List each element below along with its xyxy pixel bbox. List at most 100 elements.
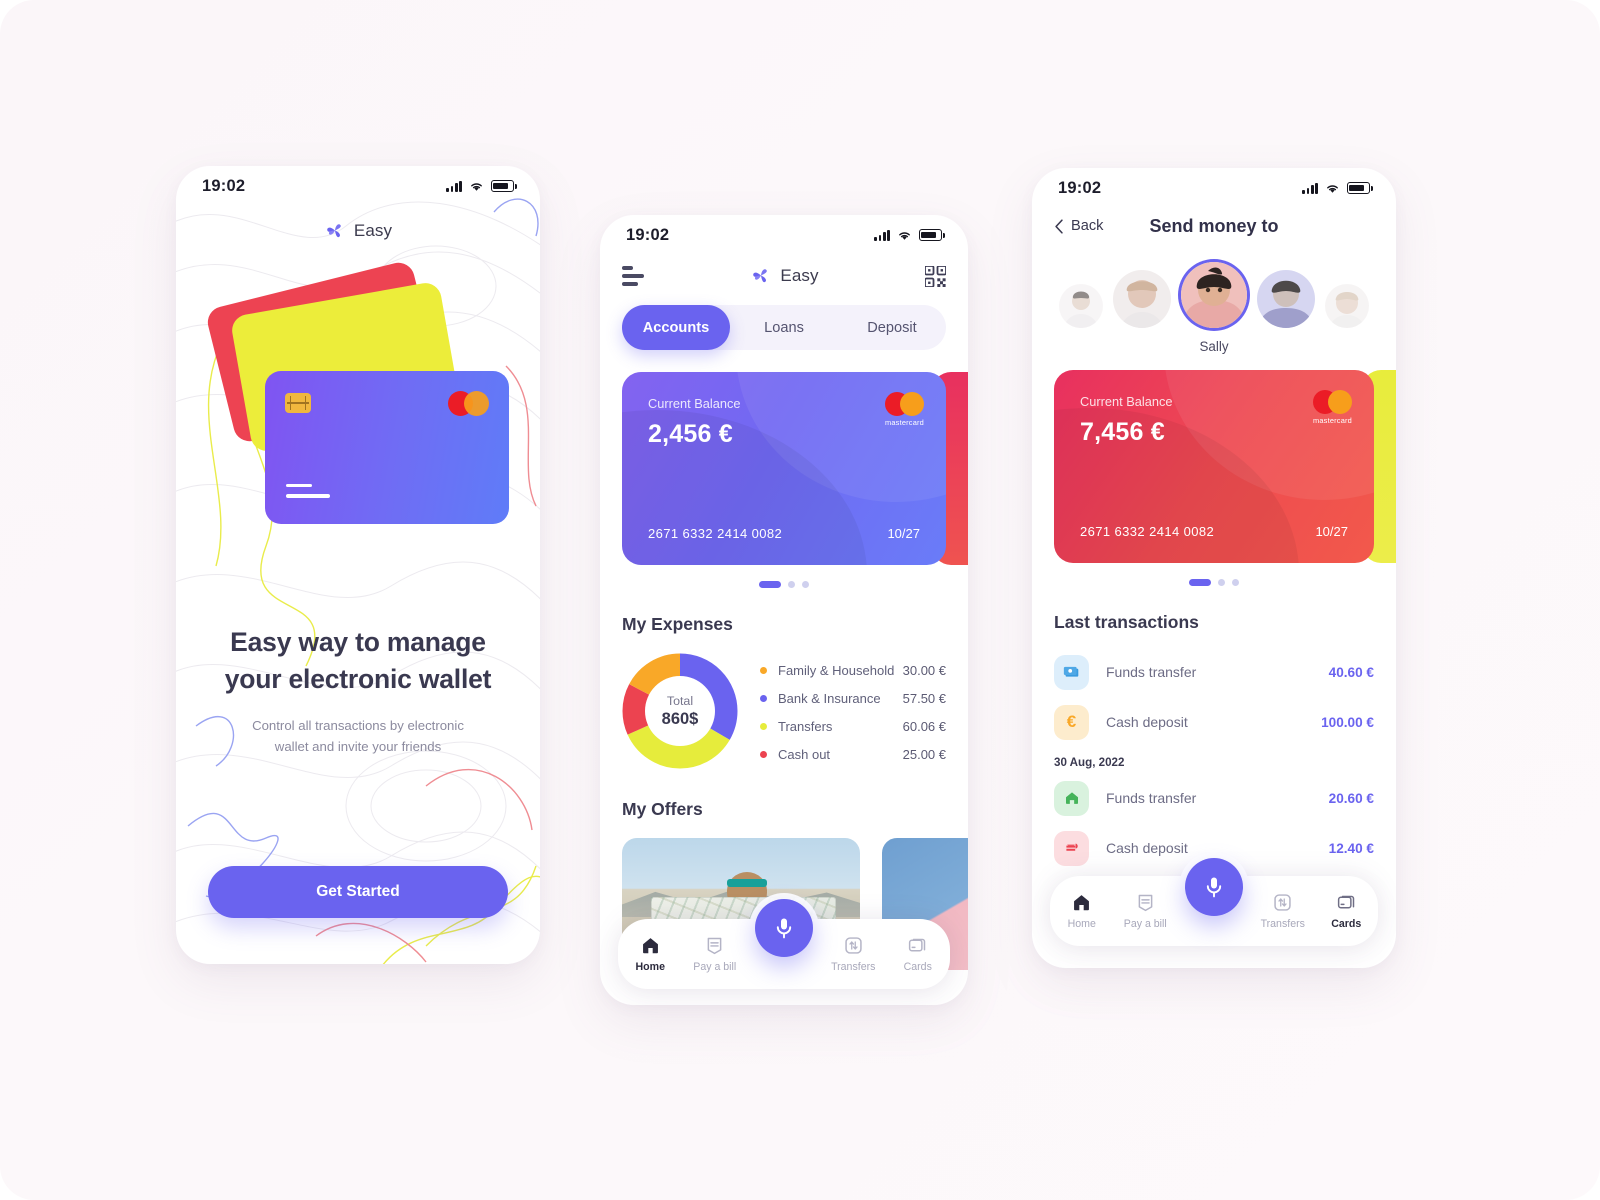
voice-assistant-button[interactable]	[1185, 858, 1243, 916]
card-stripes	[286, 483, 330, 498]
screenshot-canvas: 19:02 Easy Easy way to manage your elect…	[0, 0, 1600, 1200]
expenses-title: My Expenses	[622, 614, 733, 634]
offers-title: My Offers	[622, 799, 703, 819]
voice-assistant-button[interactable]	[755, 899, 813, 957]
legend-row: Cash out 25.00 €	[760, 747, 946, 762]
transaction-row[interactable]: Funds transfer 40.60 €	[1054, 647, 1374, 697]
bill-icon	[707, 937, 722, 955]
phone-onboarding: 19:02 Easy Easy way to manage your elect…	[176, 166, 540, 964]
microphone-icon	[1206, 877, 1222, 898]
chip-icon	[285, 393, 311, 413]
nav-label: Transfers	[1260, 918, 1305, 930]
nav-label: Cards	[903, 961, 932, 973]
balance-card[interactable]: Current Balance 7,456 € mastercard 2671 …	[1054, 370, 1374, 563]
mastercard-wordmark: mastercard	[885, 418, 924, 427]
card-stack-illustration	[176, 259, 540, 570]
donut-total-value: 860$	[661, 709, 699, 728]
back-label: Back	[1071, 218, 1104, 234]
legend-label: Bank & Insurance	[778, 690, 881, 706]
transaction-row[interactable]: € Cash deposit 100.00 €	[1054, 697, 1374, 747]
avatar-contact-selected[interactable]	[1181, 262, 1247, 328]
expenses-donut-chart: Total 860$	[622, 653, 738, 769]
brand-name: Easy	[353, 221, 393, 240]
nav-item-pay-a-bill[interactable]: Pay a bill	[1114, 892, 1178, 930]
mastercard-wordmark: mastercard	[1313, 416, 1352, 425]
battery-icon	[1347, 182, 1373, 194]
transaction-amount: 40.60 €	[1328, 664, 1374, 680]
carousel-dot-2[interactable]	[788, 581, 795, 588]
nav-item-transfers[interactable]: Transfers	[821, 935, 886, 973]
balance-card-carousel: Current Balance 7,456 € mastercard 2671 …	[1032, 370, 1396, 563]
cards-icon	[909, 938, 926, 952]
pinwheel-icon	[750, 265, 772, 287]
transaction-amount: 100.00 €	[1321, 714, 1374, 730]
chevron-left-icon	[1055, 218, 1063, 234]
euro-icon: €	[1054, 704, 1089, 740]
transaction-amount: 12.40 €	[1328, 840, 1374, 856]
avatar-contact-5[interactable]	[1325, 284, 1369, 328]
home-icon	[1074, 895, 1090, 911]
avatar-contact-2[interactable]	[1113, 270, 1171, 328]
carousel-dot-3[interactable]	[1232, 579, 1239, 586]
transaction-name: Funds transfer	[1106, 664, 1197, 680]
carousel-dot-1[interactable]	[759, 581, 781, 588]
transaction-name: Funds transfer	[1106, 790, 1197, 806]
page-title: Easy way to manage your electronic walle…	[176, 624, 540, 697]
legend-label: Family & Household	[778, 662, 895, 678]
battery-icon	[919, 229, 945, 241]
nav-item-home[interactable]: Home	[618, 935, 683, 973]
transaction-row[interactable]: Funds transfer 20.60 €	[1054, 773, 1374, 823]
nav-item-pay-a-bill[interactable]: Pay a bill	[683, 935, 748, 973]
legend-row: Family & Household 30.00 €	[760, 663, 946, 678]
qr-code-icon[interactable]	[924, 264, 947, 288]
transfers-icon	[1274, 894, 1291, 911]
nav-item-cards[interactable]: Cards	[886, 935, 951, 973]
balance-amount: 2,456 €	[648, 420, 733, 448]
carousel-dot-2[interactable]	[1218, 579, 1225, 586]
page-header: Back Send money to	[1032, 208, 1396, 236]
back-button[interactable]: Back	[1054, 218, 1103, 234]
nav-item-home[interactable]: Home	[1050, 892, 1114, 930]
battery-icon	[491, 180, 517, 192]
nav-item-transfers[interactable]: Transfers	[1251, 892, 1315, 930]
wifi-icon	[469, 181, 484, 192]
legend-dot	[760, 666, 767, 674]
donut-center: Total 860$	[645, 676, 715, 746]
legend-value: 60.06 €	[902, 718, 946, 734]
contacts-row	[1032, 254, 1396, 328]
balance-card[interactable]: Current Balance 2,456 € mastercard 2671 …	[622, 372, 946, 565]
legend-label: Cash out	[778, 746, 831, 762]
legend-value: 25.00 €	[902, 746, 946, 762]
hamburger-icon[interactable]	[622, 266, 644, 286]
nav-label: Transfers	[831, 961, 876, 973]
wifi-icon	[897, 230, 912, 241]
phone-home: 19:02 Easy Accounts Loans Deposit Curren…	[600, 215, 968, 1005]
card-purple	[265, 371, 509, 524]
home-icon	[1054, 780, 1089, 816]
donut-total-label: Total	[666, 693, 694, 708]
transactions-title: Last transactions	[1054, 612, 1199, 632]
transaction-name: Cash deposit	[1106, 714, 1188, 730]
mastercard-logo-icon	[448, 391, 489, 416]
avatar-contact-4[interactable]	[1257, 270, 1315, 328]
microphone-icon	[776, 918, 792, 939]
card-expiry: 10/27	[1315, 524, 1348, 539]
card-number: 2671 6332 2414 0082	[1080, 524, 1215, 539]
legend-dot	[760, 750, 767, 758]
avatar-contact-1[interactable]	[1059, 284, 1103, 328]
carousel-dots[interactable]	[1032, 579, 1396, 586]
tab-loans[interactable]: Loans	[730, 305, 838, 350]
get-started-button[interactable]: Get Started	[208, 866, 508, 918]
home-icon	[642, 938, 658, 954]
balance-label: Current Balance	[648, 396, 741, 411]
balance-amount: 7,456 €	[1080, 418, 1165, 446]
carousel-dot-1[interactable]	[1189, 579, 1211, 586]
transfers-icon	[845, 937, 862, 954]
selected-contact-name: Sally	[1199, 339, 1229, 354]
tab-accounts[interactable]: Accounts	[622, 305, 730, 350]
nav-item-cards[interactable]: Cards	[1315, 892, 1379, 930]
pinwheel-icon	[324, 220, 346, 242]
tab-deposit[interactable]: Deposit	[838, 305, 946, 350]
carousel-dot-3[interactable]	[802, 581, 809, 588]
carousel-dots[interactable]	[600, 581, 968, 588]
